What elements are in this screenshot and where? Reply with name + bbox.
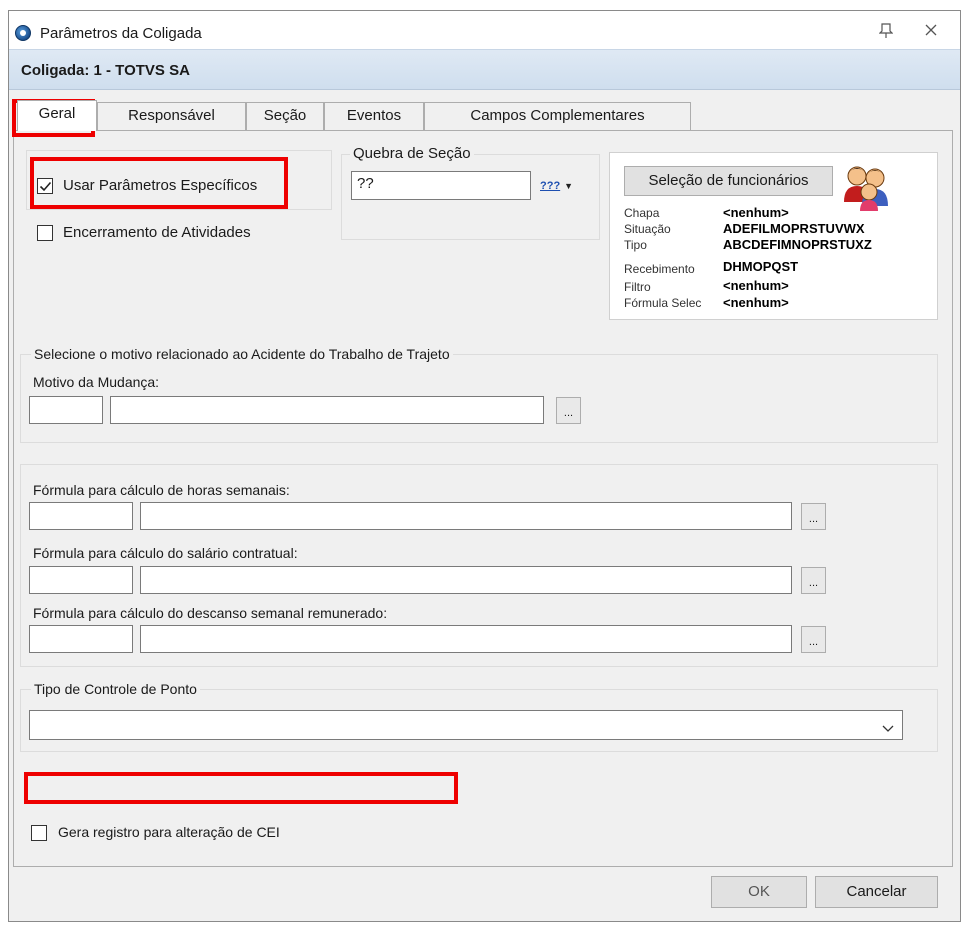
formula-salario-code[interactable]	[29, 566, 133, 594]
coligada-header: Coligada: 1 - TOTVS SA	[9, 49, 960, 90]
quebra-secao-legend: Quebra de Seção	[350, 145, 474, 163]
highlight-empty-area	[24, 772, 458, 804]
tipo-value: ABCDEFIMNOPRSTUXZ	[723, 237, 872, 252]
tab-responsavel[interactable]: Responsável	[97, 102, 246, 130]
tab-geral[interactable]: Geral	[17, 100, 97, 131]
formula-dsr-label: Fórmula para cálculo do descanso semanal…	[33, 605, 388, 621]
users-group-icon	[842, 162, 892, 212]
window-title: Parâmetros da Coligada	[40, 25, 202, 42]
formula-horas-code[interactable]	[29, 502, 133, 530]
coligada-title: Coligada: 1 - TOTVS SA	[21, 62, 190, 79]
tab-label: Campos Complementares	[470, 107, 645, 124]
chapa-key: Chapa	[624, 206, 660, 220]
situacao-key: Situação	[624, 222, 671, 236]
tab-secao[interactable]: Seção	[246, 102, 324, 130]
tipo-key: Tipo	[624, 238, 647, 252]
formula-dsr-code[interactable]	[29, 625, 133, 653]
formula-horas-label: Fórmula para cálculo de horas semanais:	[33, 482, 290, 498]
recebimento-value: DHMOPQST	[723, 259, 799, 274]
formula-selec-value: <nenhum>	[723, 295, 789, 310]
formula-salario-desc[interactable]	[140, 566, 792, 594]
formula-dsr-lookup-button[interactable]: ...	[801, 626, 826, 653]
formula-horas-desc[interactable]	[140, 502, 792, 530]
secao-picker-button[interactable]: ??? ▼	[540, 176, 582, 196]
tab-eventos[interactable]: Eventos	[324, 102, 424, 130]
tab-label: Eventos	[346, 107, 402, 124]
secao-picker-label: ???	[540, 180, 561, 192]
pin-icon[interactable]	[876, 23, 896, 41]
formula-selec-key: Fórmula Selec	[624, 296, 702, 310]
gera-registro-checkbox[interactable]	[31, 825, 47, 841]
chevron-down-icon	[882, 720, 894, 736]
motivo-lookup-button[interactable]: ...	[556, 397, 581, 424]
tab-campos-complementares[interactable]: Campos Complementares	[424, 102, 691, 130]
gera-registro-label: Gera registro para alteração de CEI	[58, 824, 280, 840]
highlight-usar-parametros	[30, 157, 288, 209]
close-icon[interactable]	[921, 23, 941, 41]
motivo-mudanca-label: Motivo da Mudança:	[33, 374, 160, 390]
tab-label: Seção	[263, 107, 307, 124]
encerramento-label: Encerramento de Atividades	[63, 224, 251, 241]
formula-salario-label: Fórmula para cálculo do salário contratu…	[33, 545, 298, 561]
quebra-secao-input[interactable]: ??	[351, 171, 531, 200]
app-logo-icon	[15, 25, 31, 41]
encerramento-checkbox[interactable]	[37, 225, 53, 241]
motivo-desc-input[interactable]	[110, 396, 544, 424]
filtro-key: Filtro	[624, 280, 651, 294]
recebimento-key: Recebimento	[624, 262, 695, 276]
tab-label: Geral	[38, 105, 76, 122]
tab-strip: Geral Responsável Seção Eventos Campos C…	[13, 100, 953, 131]
controle-ponto-select[interactable]	[29, 710, 903, 740]
filtro-value: <nenhum>	[723, 278, 789, 293]
controle-ponto-legend: Tipo de Controle de Ponto	[31, 680, 200, 698]
title-bar: Parâmetros da Coligada	[9, 11, 960, 49]
chevron-down-icon: ▼	[564, 181, 573, 191]
formula-salario-lookup-button[interactable]: ...	[801, 567, 826, 594]
selecao-funcionarios-button[interactable]: Seleção de funcionários	[624, 166, 833, 196]
ok-button[interactable]: OK	[711, 876, 807, 908]
formula-dsr-desc[interactable]	[140, 625, 792, 653]
motivo-code-input[interactable]	[29, 396, 103, 424]
tab-label: Responsável	[128, 107, 215, 124]
cancel-button[interactable]: Cancelar	[815, 876, 938, 908]
acidente-legend: Selecione o motivo relacionado ao Aciden…	[31, 345, 453, 363]
formula-horas-lookup-button[interactable]: ...	[801, 503, 826, 530]
situacao-value: ADEFILMOPRSTUVWX	[723, 221, 865, 236]
chapa-value: <nenhum>	[723, 205, 789, 220]
